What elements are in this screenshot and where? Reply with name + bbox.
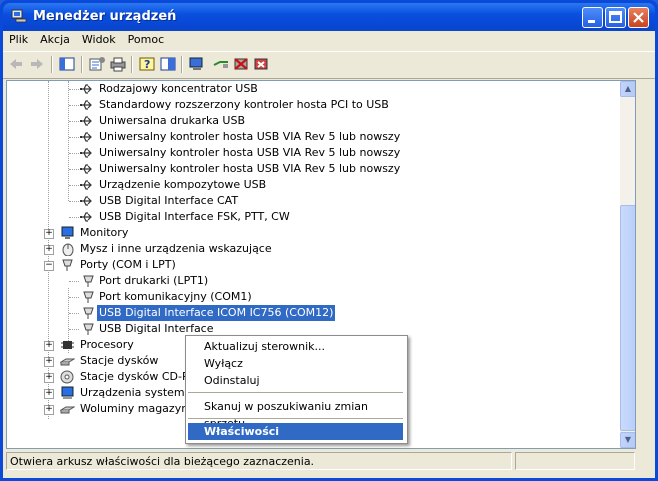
scroll-down-button[interactable]: ▼ [620, 432, 635, 448]
properties-icon[interactable] [88, 56, 106, 72]
expand-button[interactable]: + [44, 405, 54, 415]
minimize-button[interactable] [582, 7, 603, 28]
status-bar: Otwiera arkusz właściwości dla bieżącego… [3, 451, 655, 472]
title-bar[interactable]: Menedżer urządzeń [3, 3, 655, 31]
menu-item-update-driver[interactable]: Aktualizuj sterownik... [188, 338, 403, 355]
window-title: Menedżer urządzeń [33, 9, 177, 24]
expand-button[interactable]: + [44, 357, 54, 367]
usb-icon [80, 116, 92, 126]
collapse-button[interactable]: − [44, 261, 54, 271]
scan-hardware-icon[interactable] [188, 56, 206, 72]
device-manager-icon [11, 9, 27, 23]
menu-pomoc[interactable]: Pomoc [122, 31, 170, 48]
menu-akcja[interactable]: Akcja [34, 31, 76, 48]
update-driver-icon[interactable] [212, 56, 230, 72]
mouse-icon [62, 243, 74, 256]
maximize-button[interactable] [605, 7, 626, 28]
disable-icon[interactable] [232, 56, 250, 72]
monitor-icon [61, 226, 74, 239]
menu-item-scan-hardware[interactable]: Skanuj w poszukiwaniu zmian sprzętu [188, 398, 403, 430]
menu-widok[interactable]: Widok [76, 31, 122, 48]
toolbar-separator [131, 56, 133, 73]
vertical-scrollbar[interactable]: ▲ ▼ [620, 81, 635, 448]
usb-icon [80, 84, 92, 94]
toolbar-separator [81, 56, 83, 73]
processor-icon [61, 341, 74, 349]
expand-button[interactable]: + [44, 389, 54, 399]
menu-separator [188, 392, 403, 393]
system-device-icon [61, 386, 74, 399]
usb-icon [80, 212, 92, 222]
maximize-icon [609, 11, 622, 23]
menu-bar: Plik Akcja Widok Pomoc [3, 31, 655, 50]
toolbar-separator [181, 56, 183, 73]
volume-icon [60, 406, 75, 414]
usb-icon [80, 148, 92, 158]
port-icon [83, 275, 94, 287]
status-cell [515, 452, 635, 470]
svg-text:?: ? [144, 58, 150, 71]
port-icon [83, 291, 94, 303]
back-icon[interactable] [7, 56, 25, 72]
tree-guide [68, 81, 69, 201]
port-icon [83, 307, 94, 319]
menu-plik[interactable]: Plik [3, 31, 34, 48]
expand-button[interactable]: + [44, 229, 54, 239]
menu-item-disable[interactable]: Wyłącz [188, 355, 403, 372]
uninstall-icon[interactable] [252, 56, 270, 72]
context-menu: Aktualizuj sterownik... Wyłącz Odinstalu… [185, 335, 408, 444]
close-button[interactable] [628, 7, 649, 28]
port-icon [83, 323, 94, 335]
usb-icon [80, 180, 92, 190]
print-icon[interactable] [109, 56, 127, 72]
status-text: Otwiera arkusz właściwości dla bieżącego… [6, 452, 512, 470]
scroll-up-button[interactable]: ▲ [620, 81, 635, 97]
usb-icon [80, 196, 92, 206]
expand-button[interactable]: + [44, 373, 54, 383]
menu-item-properties[interactable]: Właściwości [188, 423, 403, 440]
minimize-icon [588, 20, 595, 23]
usb-icon [80, 132, 92, 142]
forward-icon[interactable] [28, 56, 46, 72]
usb-icon [80, 164, 92, 174]
disk-drive-icon [60, 358, 75, 366]
help-icon[interactable]: ? [138, 56, 156, 72]
expand-button[interactable]: + [44, 341, 54, 351]
show-hide-tree-icon[interactable] [58, 56, 76, 72]
usb-icon [80, 100, 92, 110]
cdrom-icon [60, 370, 74, 384]
menu-separator [188, 418, 403, 419]
toolbar-separator [51, 56, 53, 73]
expand-button[interactable]: + [44, 245, 54, 255]
port-icon [62, 259, 73, 271]
close-icon [633, 12, 644, 23]
menu-item-uninstall[interactable]: Odinstaluj [188, 372, 403, 389]
scroll-thumb[interactable] [620, 205, 635, 431]
view-icon[interactable] [159, 56, 177, 72]
toolbar: ? [3, 51, 655, 79]
